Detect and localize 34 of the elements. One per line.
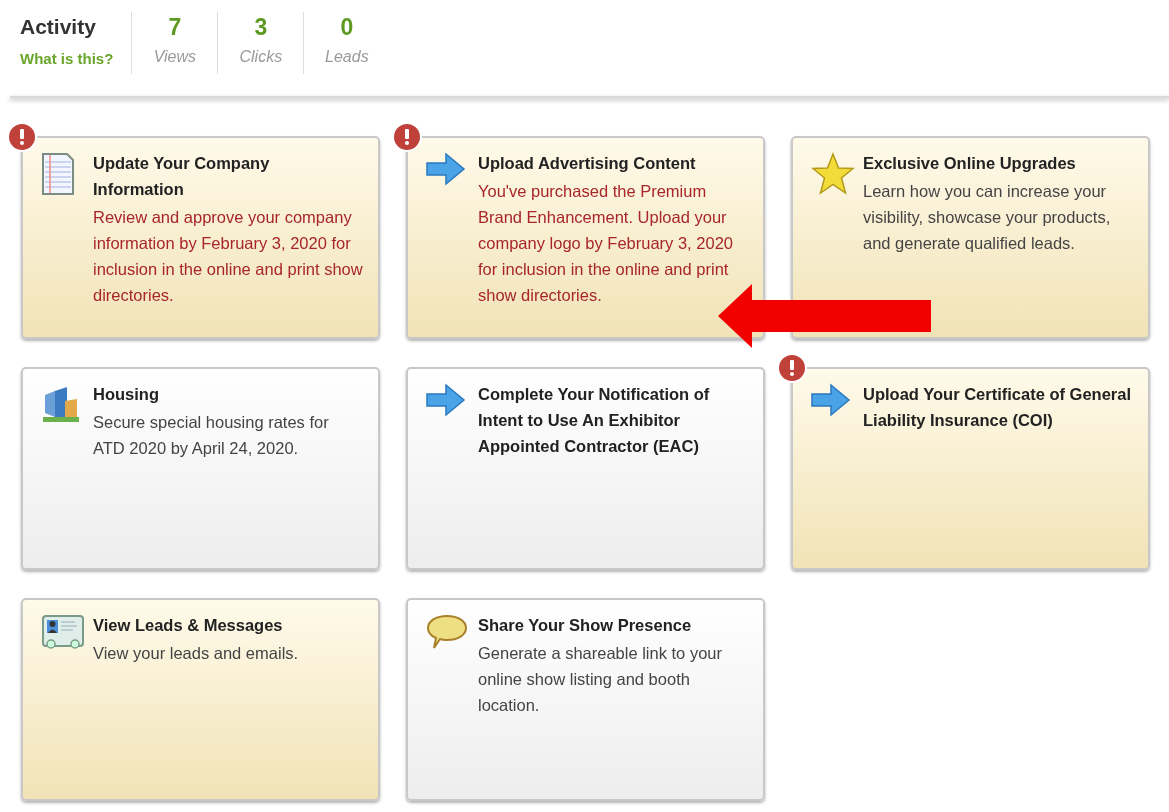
card-description: Secure special housing rates for ATD 2020 by April 24, 2020. bbox=[93, 412, 330, 459]
task-card[interactable]: Housing Secure special housing rates for ATD 2020 by April 24, 2020. bbox=[21, 367, 380, 570]
task-card[interactable]: Upload Your Certificate of General Liability Insurance (COI) bbox=[791, 367, 1150, 570]
card-description: Learn how you can increase your visibility, showcase your products, and generate qualified leads. bbox=[863, 181, 1112, 254]
card-title[interactable]: Share Your Show Presence bbox=[478, 612, 749, 638]
task-card[interactable]: Upload Advertising Content You've purchased the Premium Brand Enhancement. Upload your company logo by February 3, 2020 for inclusion in the online and print show directories. bbox=[406, 136, 765, 339]
card-title[interactable]: Upload Advertising Content bbox=[478, 150, 749, 176]
card-description: View your leads and emails. bbox=[93, 643, 300, 664]
star-icon bbox=[811, 152, 855, 196]
document-icon bbox=[41, 152, 75, 196]
arrow-icon bbox=[426, 383, 466, 417]
card-title[interactable]: Update Your Company Information bbox=[93, 150, 364, 202]
task-card[interactable]: View Leads & Messages View your leads and emails. bbox=[21, 598, 380, 801]
task-card[interactable]: Update Your Company Information Review and approve your company information by February 3, 2020 for inclusion in the online and print show directories. bbox=[21, 136, 380, 339]
card-title[interactable]: Complete Your Notification of Intent to Use An Exhibitor Appointed Contractor (EAC) bbox=[478, 381, 749, 459]
card-title[interactable]: Housing bbox=[93, 381, 364, 407]
card-description: You've purchased the Premium Brand Enhancement. Upload your company logo by February 3, 2020 for inclusion in the online and print show directories. bbox=[478, 181, 734, 306]
task-card[interactable]: Share Your Show Presence Generate a shareable link to your online show listing and booth location. bbox=[406, 598, 765, 801]
section-title: Activity bbox=[20, 14, 97, 40]
arrow-icon bbox=[426, 152, 466, 186]
arrow-icon bbox=[811, 383, 851, 417]
task-card[interactable]: Complete Your Notification of Intent to Use An Exhibitor Appointed Contractor (EAC) bbox=[406, 367, 765, 570]
stat-label: Clicks bbox=[239, 47, 283, 67]
stat-label: Views bbox=[153, 47, 197, 67]
card-description: Generate a shareable link to your online show listing and booth location. bbox=[478, 643, 723, 716]
stat-value: 0 bbox=[340, 13, 354, 42]
stat-value: 3 bbox=[254, 13, 268, 42]
stat-label: Leads bbox=[325, 47, 369, 67]
speech-bubble-icon bbox=[426, 614, 468, 650]
card-description: Review and approve your company information by February 3, 2020 for inclusion in the online and print show directories. bbox=[93, 207, 364, 306]
card-title[interactable]: View Leads & Messages bbox=[93, 612, 364, 638]
stat-value: 7 bbox=[168, 13, 182, 42]
card-title[interactable]: Exclusive Online Upgrades bbox=[863, 150, 1134, 176]
card-title[interactable]: Upload Your Certificate of General Liability Insurance (COI) bbox=[863, 381, 1134, 433]
